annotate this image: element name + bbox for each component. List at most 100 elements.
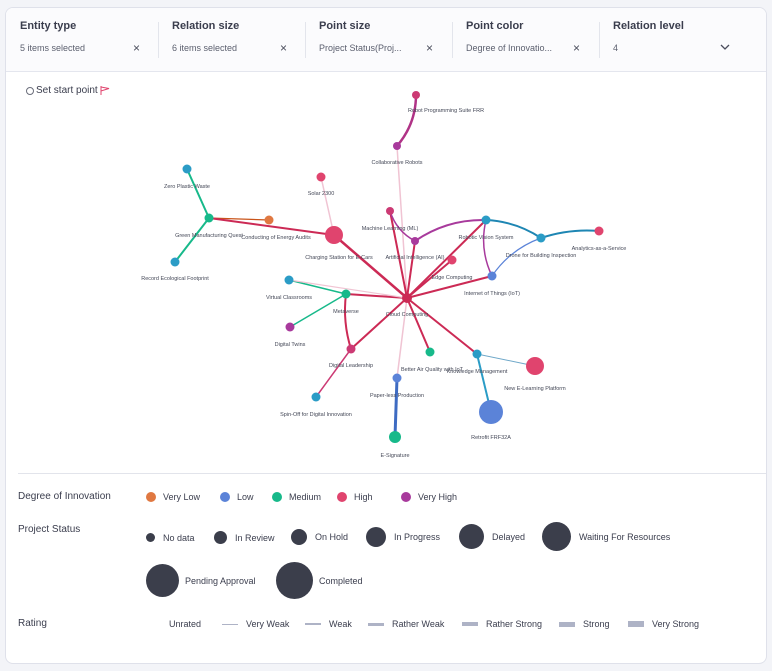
filter-bar: Entity type 5 items selected × Relation … bbox=[6, 8, 766, 72]
filter-value: Project Status(Proj... bbox=[319, 43, 402, 53]
graph-node-analytics-as-a-service[interactable] bbox=[594, 226, 604, 236]
legend-line-swatch bbox=[462, 622, 478, 626]
clear-icon[interactable]: × bbox=[133, 42, 140, 54]
filter-point-color[interactable]: Point color Degree of Innovatio... × bbox=[452, 8, 599, 72]
chevron-down-icon[interactable] bbox=[718, 40, 732, 54]
legend-item-label: Very High bbox=[418, 492, 458, 502]
network-graph[interactable]: Robot Programming Suite FRR Collaborative… bbox=[6, 72, 767, 473]
legend-color-swatch bbox=[272, 492, 282, 502]
graph-node-conducting-energy-audits[interactable] bbox=[264, 215, 274, 225]
legend-degree-title: Degree of Innovation bbox=[18, 491, 111, 502]
graph-node-charging-station[interactable] bbox=[325, 226, 343, 244]
legend-item-status[interactable]: Delayed bbox=[459, 524, 525, 549]
relation-edge[interactable] bbox=[174, 217, 210, 263]
graph-node-virtual-classrooms[interactable] bbox=[284, 275, 294, 285]
filter-entity-type[interactable]: Entity type 5 items selected × bbox=[6, 8, 153, 72]
graph-node-knowledge-management[interactable] bbox=[472, 349, 482, 359]
legend-item-label: Pending Approval bbox=[185, 575, 256, 586]
graph-node-retrofit-frf-32a[interactable] bbox=[479, 400, 503, 424]
relation-edge[interactable] bbox=[540, 229, 600, 239]
legend-item-status[interactable]: On Hold bbox=[291, 529, 348, 545]
filter-value: 4 bbox=[613, 43, 619, 53]
graph-node-metaverse[interactable] bbox=[341, 289, 351, 299]
relation-edge[interactable] bbox=[315, 348, 352, 398]
legend-item-degree[interactable]: Very High bbox=[401, 492, 457, 502]
relation-edge[interactable] bbox=[350, 297, 408, 350]
filter-value: 6 items selected bbox=[172, 43, 238, 53]
relation-edge[interactable] bbox=[406, 297, 478, 355]
graph-node-label: Charging Station for E-Cars bbox=[305, 255, 373, 261]
clear-icon[interactable]: × bbox=[280, 42, 287, 54]
graph-node-better-air-quality[interactable] bbox=[425, 347, 435, 357]
legend-status-title: Project Status bbox=[18, 524, 81, 535]
graph-node-zero-plastic-waste[interactable] bbox=[182, 164, 192, 174]
graph-node-artificial-intelligence[interactable] bbox=[411, 237, 419, 245]
legend-rating-title: Rating bbox=[18, 618, 47, 629]
relation-edge[interactable] bbox=[395, 93, 418, 148]
relation-edge[interactable] bbox=[396, 297, 408, 379]
legend-item-status[interactable]: Completed bbox=[276, 562, 363, 599]
graph-node-cloud-computing[interactable] bbox=[402, 293, 412, 303]
graph-node-collaborative-robots[interactable] bbox=[393, 142, 401, 150]
legend-item-status[interactable]: No data bbox=[146, 533, 195, 543]
relation-edge[interactable] bbox=[186, 168, 210, 219]
legend-size-swatch bbox=[366, 527, 386, 547]
legend-item-degree[interactable]: Medium bbox=[272, 492, 321, 502]
graph-node-label: Solar 2300 bbox=[308, 191, 335, 197]
legend-item-label: On Hold bbox=[315, 532, 349, 542]
graph-node-paper-less-production[interactable] bbox=[392, 373, 402, 383]
graph-node-label: Digital Leadership bbox=[329, 363, 373, 369]
legend-item-rating[interactable]: Unrated bbox=[169, 619, 201, 629]
legend-item-status[interactable]: In Review bbox=[214, 531, 275, 544]
filter-value: 5 items selected bbox=[20, 43, 86, 53]
legend-item-label: Completed bbox=[319, 575, 363, 586]
clear-icon[interactable]: × bbox=[573, 42, 580, 54]
graph-node-label: Knowledge Management bbox=[447, 369, 508, 375]
graph-node-digital-leadership[interactable] bbox=[346, 344, 356, 354]
relation-edge[interactable] bbox=[482, 219, 493, 277]
graph-node-label: Retrofit FRF32A bbox=[471, 435, 511, 441]
graph-node-internet-of-things[interactable] bbox=[487, 271, 497, 281]
legend-item-label: Very Strong bbox=[652, 619, 700, 629]
graph-node-label: Metaverse bbox=[333, 309, 359, 315]
graph-node-spin-off-digital-innovation[interactable] bbox=[311, 392, 321, 402]
relation-edge[interactable] bbox=[406, 240, 416, 299]
legend-item-label: Weak bbox=[329, 619, 352, 629]
legend-item-rating[interactable]: Weak bbox=[305, 619, 352, 629]
legend-item-degree[interactable]: Low bbox=[220, 492, 254, 502]
clear-icon[interactable]: × bbox=[426, 42, 433, 54]
graph-node-edge-computing[interactable] bbox=[447, 255, 457, 265]
graph-node-green-manufacturing[interactable] bbox=[204, 213, 214, 223]
graph-node-new-e-learning-platform[interactable] bbox=[526, 357, 544, 375]
filter-point-size[interactable]: Point size Project Status(Proj... × bbox=[305, 8, 452, 72]
relation-edge[interactable] bbox=[393, 376, 399, 439]
legend-color-swatch bbox=[401, 492, 411, 502]
legend-item-rating[interactable]: Very Strong bbox=[628, 619, 699, 629]
graph-node-e-signature[interactable] bbox=[389, 431, 401, 443]
network-view-card: Entity type 5 items selected × Relation … bbox=[5, 7, 767, 664]
relation-edge[interactable] bbox=[344, 293, 352, 350]
graph-node-solar-2300[interactable] bbox=[316, 172, 326, 182]
graph-node-machine-learning[interactable] bbox=[386, 207, 394, 215]
legend-item-rating[interactable]: Rather Strong bbox=[462, 619, 542, 629]
legend-item-rating[interactable]: Very Weak bbox=[222, 619, 289, 629]
filter-relation-level[interactable]: Relation level 4 bbox=[599, 8, 766, 72]
graph-node-label: Spin-Off for Digital Innovation bbox=[280, 412, 352, 418]
legend-item-degree[interactable]: High bbox=[337, 492, 373, 502]
legend-item-rating[interactable]: Strong bbox=[559, 619, 610, 629]
legend-item-status[interactable]: In Progress bbox=[366, 527, 440, 547]
graph-node-record-ecological-footprint[interactable] bbox=[170, 257, 180, 267]
legend-item-label: Very Weak bbox=[246, 619, 290, 629]
graph-node-digital-twins[interactable] bbox=[285, 322, 295, 332]
legend-item-label: In Progress bbox=[394, 532, 441, 542]
legend-divider bbox=[18, 473, 766, 474]
graph-node-robotic-vision-system[interactable] bbox=[481, 215, 491, 225]
legend-item-status[interactable]: Waiting For Resources bbox=[542, 522, 670, 551]
filter-divider bbox=[158, 22, 159, 58]
legend-item-degree[interactable]: Very Low bbox=[146, 492, 200, 502]
legend-item-rating[interactable]: Rather Weak bbox=[368, 619, 444, 629]
legend-item-status[interactable]: Pending Approval bbox=[146, 564, 256, 597]
filter-relation-size[interactable]: Relation size 6 items selected × bbox=[158, 8, 305, 72]
graph-node-drone-building-inspection[interactable] bbox=[536, 233, 546, 243]
graph-node-robot-programming-suite[interactable] bbox=[412, 91, 420, 99]
